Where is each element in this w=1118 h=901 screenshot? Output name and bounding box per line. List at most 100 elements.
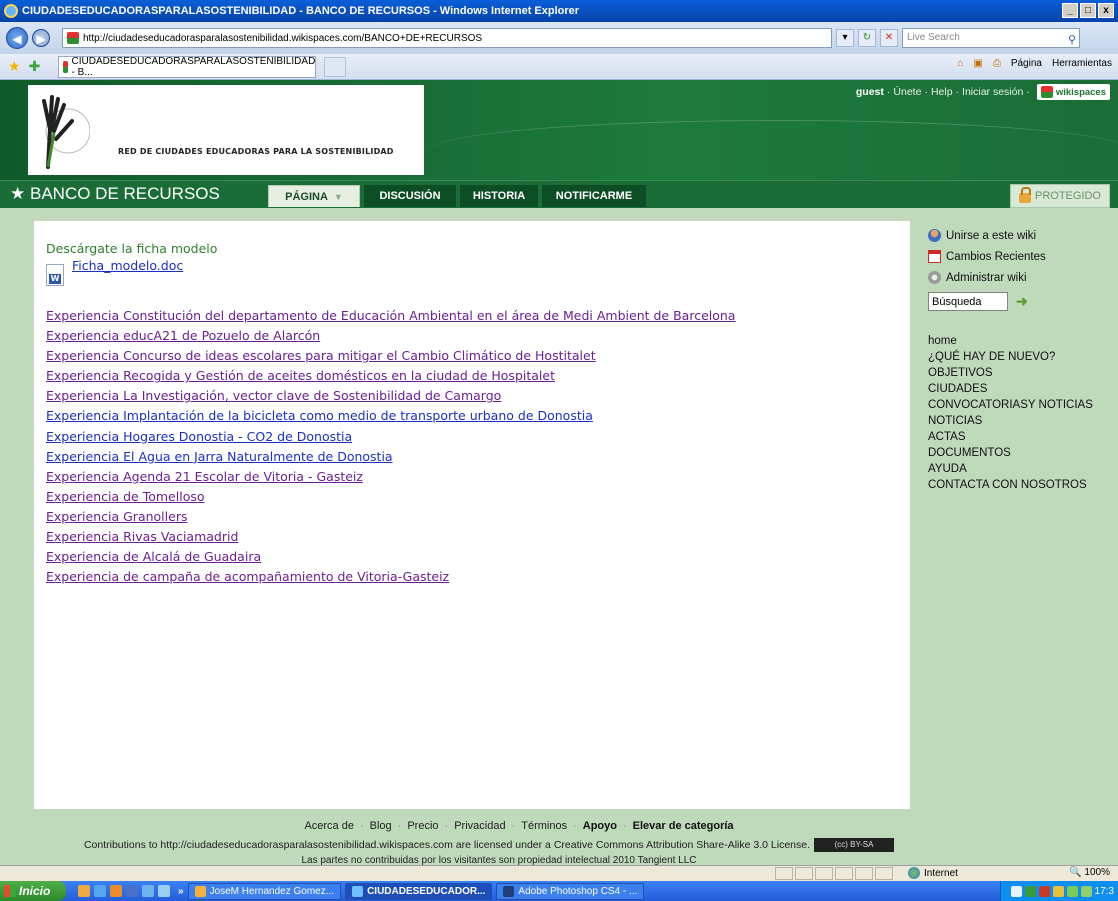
taskbar-task-photoshop[interactable]: Adobe Photoshop CS4 - ... (496, 882, 645, 900)
experience-link[interactable]: Experiencia Recogida y Gestión de aceite… (46, 368, 555, 383)
quicklaunch-icon[interactable] (110, 885, 122, 897)
experience-link[interactable]: Experiencia de Tomelloso (46, 489, 205, 504)
start-button[interactable]: Inicio (0, 881, 66, 901)
browser-tab-active[interactable]: CIUDADESEDUCADORASPARALASOSTENIBILIDAD -… (58, 55, 317, 78)
nav-link[interactable]: CIUDADES (928, 383, 987, 395)
taskbar-task-messenger[interactable]: JoseM Hernandez Gomez... (187, 882, 342, 900)
taskbar-more-icon[interactable]: » (178, 886, 184, 897)
quicklaunch-icon[interactable] (126, 885, 138, 897)
experience-item: Experiencia educA21 de Pozuelo de Alarcó… (46, 326, 898, 346)
address-bar[interactable]: http://ciudadeseducadorasparalasostenibi… (62, 28, 832, 48)
quicklaunch-icon[interactable] (158, 885, 170, 897)
search-icon[interactable]: ⚲ (1068, 31, 1076, 49)
experience-link[interactable]: Experiencia Rivas Vaciamadrid (46, 529, 238, 544)
feeds-icon[interactable]: ▣ (973, 58, 982, 69)
experience-link[interactable]: Experiencia de Alcalá de Guadaira (46, 549, 261, 564)
wiki-nav-list: home ¿QUÉ HAY DE NUEVO? OBJETIVOS CIUDADES C… (928, 333, 1113, 493)
tab-discusion[interactable]: DISCUSIÓN (364, 185, 456, 207)
nav-link[interactable]: home (928, 335, 957, 347)
tray-icon[interactable] (1066, 885, 1078, 897)
live-search-input[interactable]: Live Search ⚲ (902, 28, 1080, 48)
site-logo[interactable]: RED DE CIUDADES EDUCADORAS PARA LA SOSTE… (28, 85, 424, 175)
chevron-down-icon: ▼ (333, 191, 343, 202)
live-search-placeholder: Live Search (907, 32, 960, 43)
footer-link-apoyo[interactable]: Apoyo (583, 820, 617, 832)
tray-icon[interactable] (1038, 885, 1050, 897)
footer-link-acerca[interactable]: Acerca de (304, 820, 354, 832)
experience-link[interactable]: Experiencia de campaña de acompañamiento… (46, 569, 449, 584)
experience-link[interactable]: Experiencia Granollers (46, 509, 187, 524)
refresh-button[interactable]: ↻ (858, 29, 876, 47)
nav-link[interactable]: DOCUMENTOS (928, 447, 1011, 459)
print-icon[interactable]: ⎙ (993, 58, 1001, 69)
experience-item: Experiencia Rivas Vaciamadrid (46, 527, 898, 547)
new-tab-button[interactable] (324, 56, 347, 77)
search-go-arrow-icon[interactable]: ➜ (1016, 293, 1028, 310)
nav-link[interactable]: OBJETIVOS (928, 367, 993, 379)
footer-link-elevar[interactable]: Elevar de categoría (633, 820, 734, 832)
nav-link[interactable]: CONTACTA CON NOSOTROS (928, 479, 1087, 491)
experience-link[interactable]: Experiencia Concurso de ideas escolares … (46, 348, 596, 363)
join-link[interactable]: Únete (893, 86, 921, 98)
nav-item: home (928, 333, 1113, 349)
wikispaces-badge[interactable]: wikispaces (1036, 84, 1110, 100)
page-menu[interactable]: Página (1011, 58, 1042, 69)
manage-wiki-action[interactable]: Administrar wiki (928, 267, 1113, 288)
experience-link[interactable]: Experiencia El Agua en Jarra Naturalment… (46, 449, 393, 464)
quicklaunch-icon[interactable] (142, 885, 154, 897)
ie-task-icon (352, 885, 364, 897)
tab-notificarme[interactable]: NOTIFICARME (542, 185, 646, 207)
experience-link[interactable]: Experiencia Implantación de la bicicleta… (46, 408, 593, 423)
forward-button[interactable]: ▶ (32, 29, 50, 47)
nav-link[interactable]: NOTICIAS (928, 415, 982, 427)
experience-link[interactable]: Experiencia Hogares Donostia - CO2 de Do… (46, 429, 352, 444)
quicklaunch-icon[interactable] (94, 885, 106, 897)
experience-link[interactable]: Experiencia La Investigación, vector cla… (46, 388, 501, 403)
nav-link[interactable]: CONVOCATORIASY NOTICIAS (928, 399, 1093, 411)
quicklaunch-icon[interactable] (78, 885, 90, 897)
nav-item: AYUDA (928, 461, 1113, 477)
tray-icon[interactable] (1010, 885, 1022, 897)
nav-item: CIUDADES (928, 381, 1113, 397)
minimize-button[interactable]: _ (1062, 3, 1078, 18)
nav-link[interactable]: ACTAS (928, 431, 966, 443)
experience-link[interactable]: Experiencia Constitución del departament… (46, 308, 735, 323)
protected-badge[interactable]: PROTEGIDO (1010, 184, 1110, 208)
favorites-star-icon[interactable]: ★ (8, 58, 21, 75)
tab-pagina[interactable]: PÁGINA ▼ (268, 185, 360, 207)
download-file-link[interactable]: Ficha_modelo.doc (72, 258, 183, 273)
wiki-search-input[interactable] (928, 292, 1008, 311)
maximize-button[interactable]: □ (1080, 3, 1096, 18)
tray-icon[interactable] (1080, 885, 1092, 897)
nav-link[interactable]: AYUDA (928, 463, 967, 475)
help-link[interactable]: Help (931, 86, 953, 98)
browser-status-bar: Internet 🔍 100% (0, 865, 1118, 881)
taskbar-task-ie[interactable]: CIUDADESEDUCADOR... (345, 882, 493, 900)
tray-icon[interactable] (1024, 885, 1036, 897)
home-icon[interactable]: ⌂ (957, 58, 963, 69)
footer-link-terminos[interactable]: Términos (521, 820, 567, 832)
tray-icon[interactable] (1052, 885, 1064, 897)
add-favorites-icon[interactable]: ✚ (29, 58, 41, 75)
address-dropdown-button[interactable]: ▾ (836, 29, 854, 47)
tab-historia[interactable]: HISTORIA (460, 185, 538, 207)
cc-license-badge[interactable]: (cc) BY-SA (814, 838, 895, 852)
experience-item: Experiencia de Alcalá de Guadaira (46, 547, 898, 567)
word-document-icon[interactable] (46, 264, 64, 286)
nav-link[interactable]: ¿QUÉ HAY DE NUEVO? (928, 351, 1055, 363)
footer-link-privacidad[interactable]: Privacidad (454, 820, 505, 832)
zoom-level[interactable]: 🔍 100% (1069, 867, 1110, 878)
stop-button[interactable]: ✕ (880, 29, 898, 47)
experience-link[interactable]: Experiencia educA21 de Pozuelo de Alarcó… (46, 328, 320, 343)
hand-globe-logo-icon (42, 95, 90, 169)
join-wiki-action[interactable]: Unirse a este wiki (928, 225, 1113, 246)
footer-link-precio[interactable]: Precio (407, 820, 438, 832)
footer-link-blog[interactable]: Blog (370, 820, 392, 832)
recent-changes-action[interactable]: Cambios Recientes (928, 246, 1113, 267)
back-button[interactable]: ◀ (6, 27, 28, 49)
tools-menu[interactable]: Herramientas (1052, 58, 1112, 69)
close-button[interactable]: x (1098, 3, 1114, 18)
experience-link[interactable]: Experiencia Agenda 21 Escolar de Vitoria… (46, 469, 363, 484)
login-link[interactable]: Iniciar sesión (962, 86, 1023, 98)
calendar-icon (928, 250, 941, 263)
